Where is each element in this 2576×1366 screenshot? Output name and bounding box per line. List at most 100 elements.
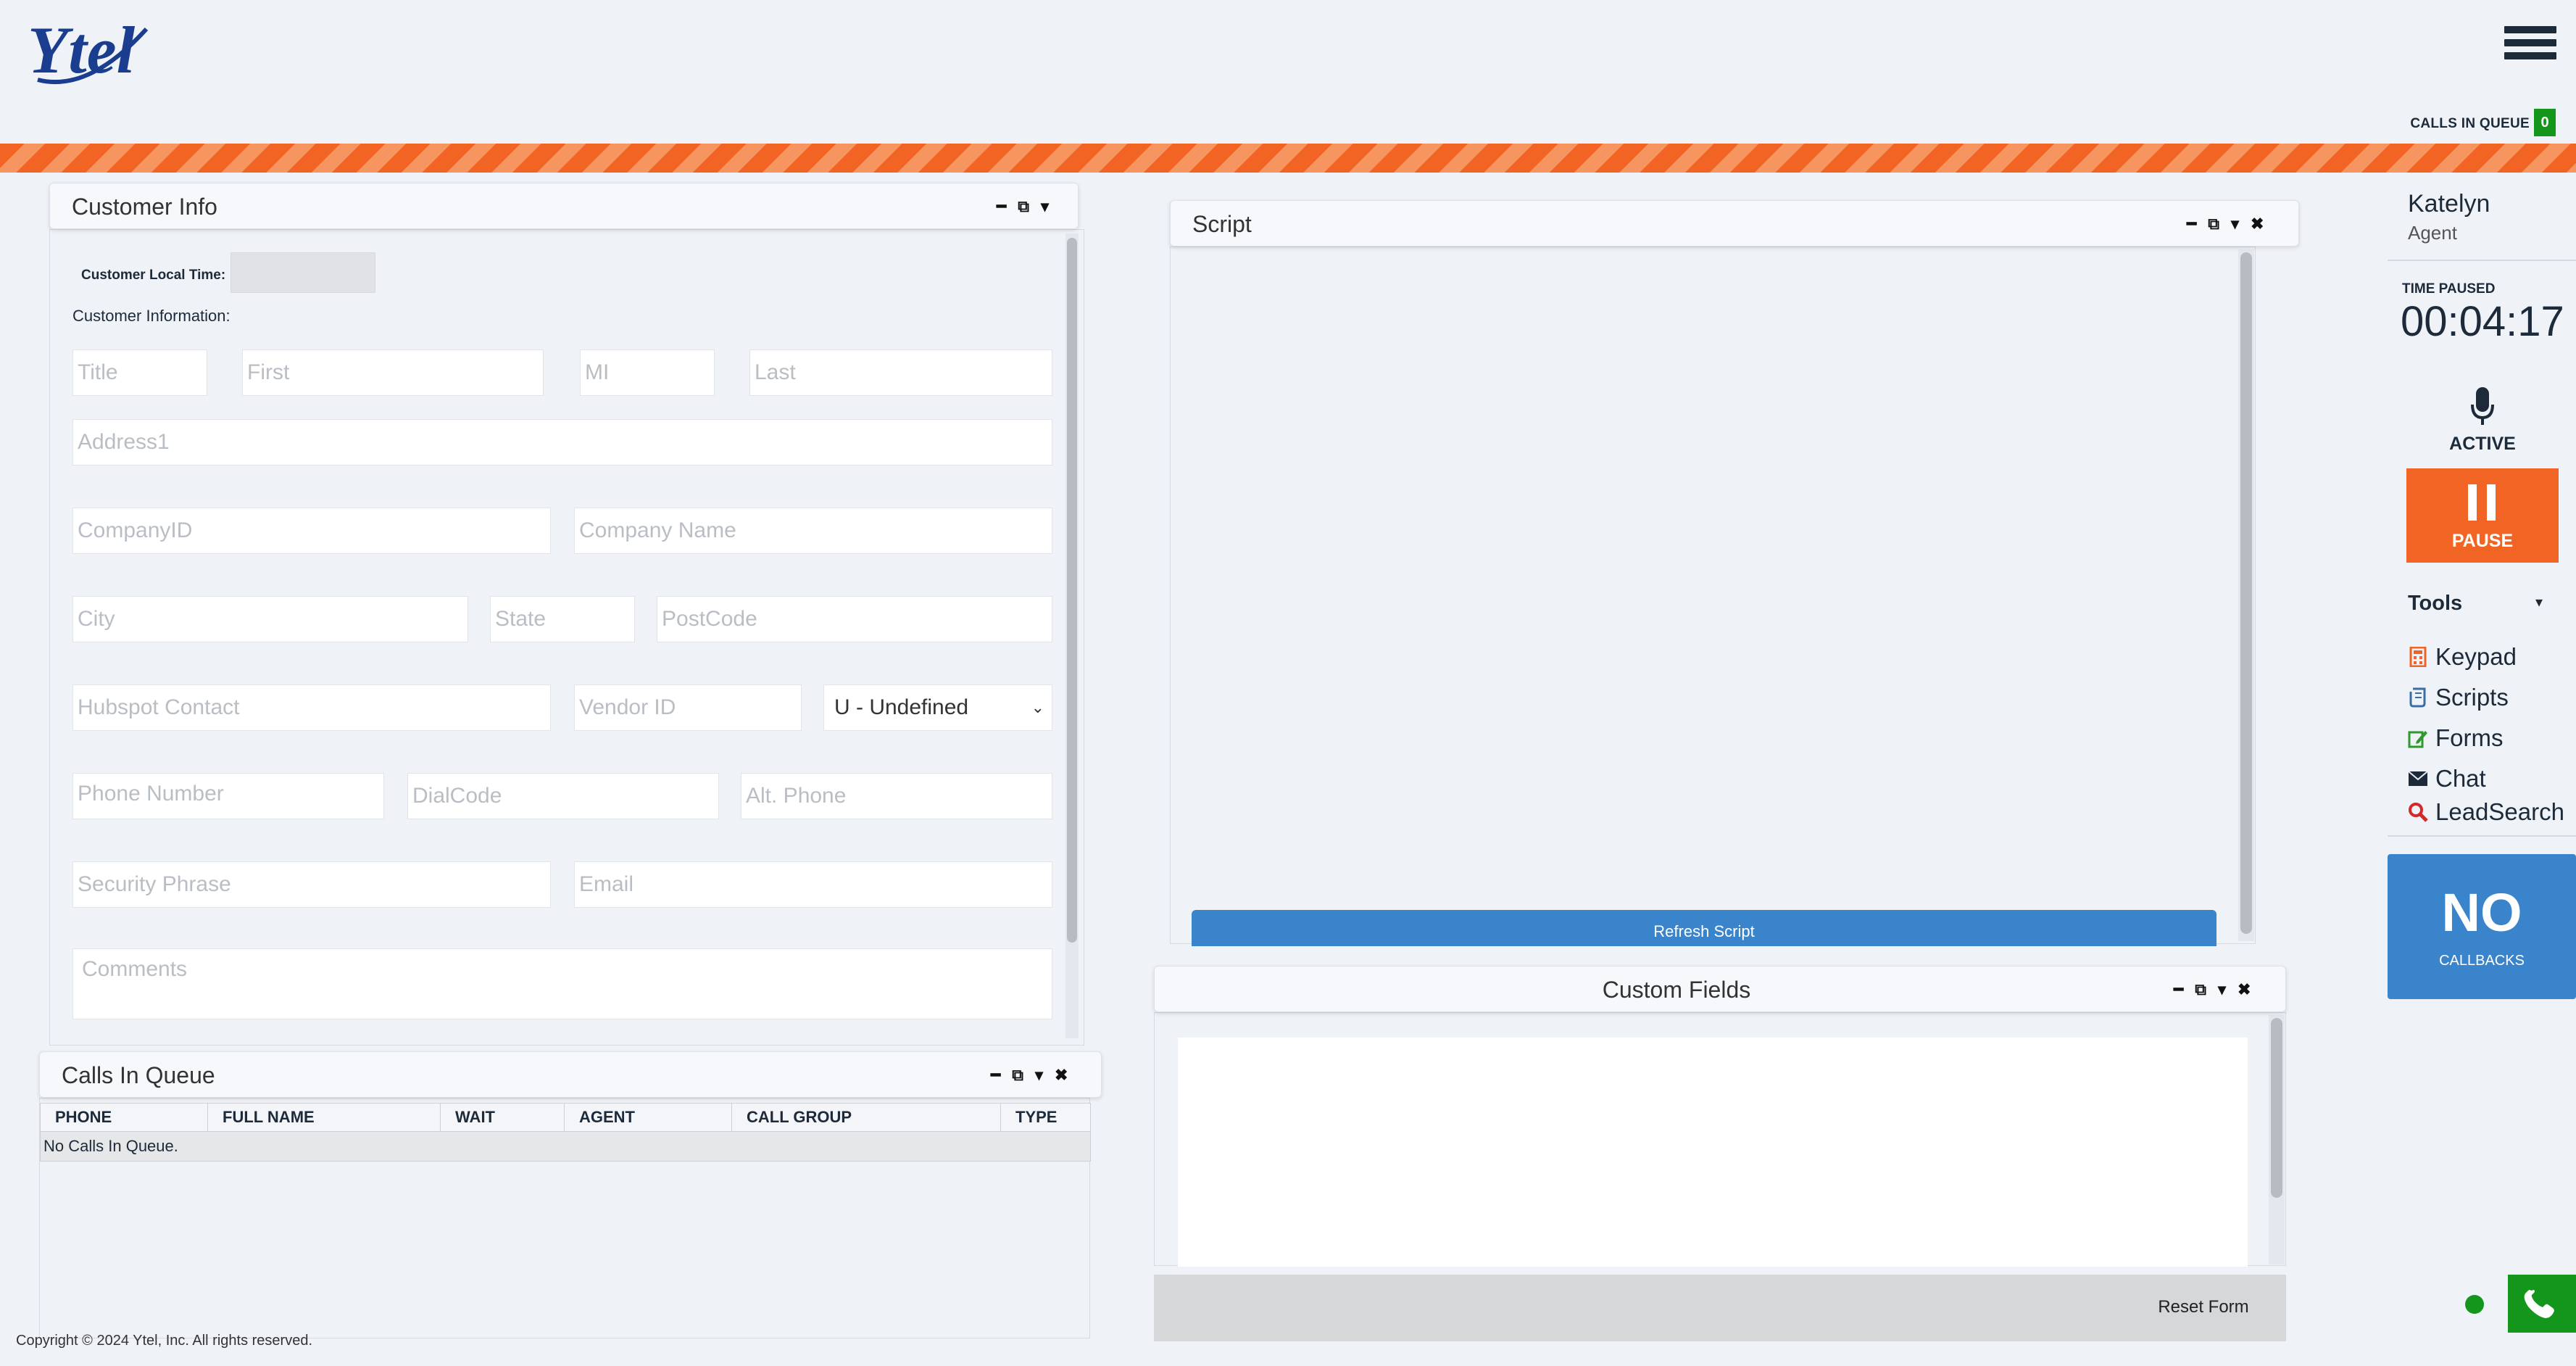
customer-local-time-label: Customer Local Time: [81, 268, 226, 283]
tool-keypad-label: Keypad [2435, 643, 2517, 670]
callbacks-count: NO [2441, 882, 2522, 943]
divider [2388, 835, 2576, 837]
custom-fields-body [1154, 1012, 2286, 1267]
phone-button[interactable] [2508, 1275, 2576, 1333]
custom-fields-title: Custom Fields [1602, 977, 1751, 1003]
title-field[interactable]: Title [72, 349, 207, 396]
table-row: No Calls In Queue. [40, 1131, 1091, 1162]
custom-fields-header: Custom Fields ━ ⧉ ▾ ✖ [1154, 966, 2286, 1012]
calls-in-queue-label: CALLS IN QUEUE [2410, 116, 2530, 131]
reset-form-button[interactable]: Reset Form [2145, 1283, 2261, 1331]
calls-queue-title: Calls In Queue [62, 1062, 215, 1088]
minimize-icon[interactable]: ━ [997, 183, 1006, 230]
callbacks-button[interactable]: NO CALLBACKS [2388, 854, 2576, 999]
time-paused-value: 00:04:17 [2401, 298, 2564, 345]
column-wait[interactable]: WAIT [440, 1103, 565, 1132]
customer-info-scrollbar[interactable] [1065, 233, 1079, 1038]
minimize-icon[interactable]: ━ [991, 1052, 1000, 1098]
customer-local-time-value [230, 252, 375, 293]
connection-status-dot [2465, 1295, 2484, 1314]
customer-info-title: Customer Info [72, 194, 217, 220]
script-scrollbar[interactable] [2238, 249, 2254, 941]
company-id-field[interactable]: CompanyID [72, 508, 551, 554]
custom-fields-scrollbar[interactable] [2269, 1015, 2285, 1264]
column-type[interactable]: TYPE [1000, 1103, 1091, 1132]
security-phrase-field[interactable]: Security Phrase [72, 861, 551, 908]
customer-info-header: Customer Info ━ ⧉ ▾ [49, 183, 1079, 229]
vendor-id-field[interactable]: Vendor ID [574, 684, 802, 731]
ytel-logo: Ytel [23, 7, 154, 87]
popout-icon[interactable]: ⧉ [2195, 966, 2206, 1013]
close-icon[interactable]: ✖ [1055, 1052, 1068, 1098]
agent-name: Katelyn [2408, 190, 2490, 218]
copyright-text: Copyright © 2024 Ytel, Inc. All rights r… [16, 1333, 313, 1349]
tools-label: Tools [2408, 592, 2463, 615]
comments-field[interactable]: Comments [72, 948, 1052, 1019]
tool-chat[interactable]: Chat [2408, 763, 2576, 795]
scroll-icon [2408, 687, 2428, 708]
refresh-script-button[interactable]: Refresh Script [1192, 910, 2216, 946]
calculator-icon [2408, 647, 2428, 667]
microphone-icon[interactable] [2469, 386, 2496, 428]
pause-button[interactable]: PAUSE [2406, 468, 2559, 563]
phone-number-field[interactable]: Phone Number [72, 773, 384, 819]
tools-dropdown-icon[interactable]: ▾ [2535, 593, 2551, 610]
popout-icon[interactable]: ⧉ [1018, 183, 1029, 230]
dropdown-icon[interactable]: ▾ [1041, 183, 1049, 230]
dropdown-icon[interactable]: ▾ [2231, 201, 2239, 247]
close-icon[interactable]: ✖ [2238, 966, 2251, 1013]
phone-icon [2524, 1290, 2554, 1318]
divider [2388, 260, 2576, 261]
empty-queue-message: No Calls In Queue. [40, 1131, 1091, 1162]
minimize-icon[interactable]: ━ [2187, 201, 2196, 247]
tool-scripts[interactable]: Scripts [2408, 682, 2576, 713]
agent-role: Agent [2408, 222, 2457, 244]
company-name-field[interactable]: Company Name [574, 508, 1052, 554]
search-icon [2408, 802, 2428, 822]
address1-field[interactable]: Address1 [72, 419, 1052, 465]
column-call-group[interactable]: CALL GROUP [731, 1103, 1001, 1132]
calls-in-queue-count: 0 [2534, 109, 2556, 136]
tool-forms[interactable]: Forms [2408, 722, 2576, 754]
close-icon[interactable]: ✖ [2251, 201, 2264, 247]
state-field[interactable]: State [490, 596, 635, 642]
tool-leadsearch[interactable]: LeadSearch [2408, 796, 2576, 828]
tool-scripts-label: Scripts [2435, 684, 2509, 711]
gender-select[interactable]: U - Undefined ⌄ [823, 684, 1052, 731]
calls-queue-header: Calls In Queue ━ ⧉ ▾ ✖ [39, 1051, 1102, 1098]
postcode-field[interactable]: PostCode [657, 596, 1052, 642]
first-name-field[interactable]: First [242, 349, 544, 396]
status-stripe [0, 144, 2576, 173]
reset-form-bar [1154, 1275, 2286, 1341]
script-body [1170, 247, 2256, 944]
custom-fields-frame [1178, 1038, 2248, 1267]
column-full-name[interactable]: FULL NAME [207, 1103, 441, 1132]
city-field[interactable]: City [72, 596, 468, 642]
pause-icon [2468, 484, 2497, 521]
dial-code-field[interactable]: DialCode [407, 773, 719, 819]
edit-icon [2408, 728, 2428, 748]
last-name-field[interactable]: Last [749, 349, 1052, 396]
pause-label: PAUSE [2451, 531, 2514, 551]
email-field[interactable]: Email [574, 861, 1052, 908]
customer-information-label: Customer Information: [72, 307, 230, 325]
minimize-icon[interactable]: ━ [2174, 966, 2183, 1013]
chevron-down-icon: ⌄ [1031, 698, 1044, 716]
tool-keypad[interactable]: Keypad [2408, 641, 2576, 673]
mic-status-label: ACTIVE [2449, 434, 2516, 454]
alt-phone-field[interactable]: Alt. Phone [741, 773, 1052, 819]
popout-icon[interactable]: ⧉ [2208, 201, 2219, 247]
dropdown-icon[interactable]: ▾ [1035, 1052, 1043, 1098]
tool-leadsearch-label: LeadSearch [2435, 798, 2564, 825]
column-agent[interactable]: AGENT [564, 1103, 732, 1132]
tool-chat-label: Chat [2435, 765, 2486, 792]
middle-initial-field[interactable]: MI [580, 349, 715, 396]
hamburger-menu-icon[interactable] [2504, 26, 2556, 67]
popout-icon[interactable]: ⧉ [1012, 1052, 1023, 1098]
hubspot-contact-field[interactable]: Hubspot Contact [72, 684, 551, 731]
gender-select-value: U - Undefined [834, 695, 969, 719]
envelope-icon [2408, 769, 2428, 789]
dropdown-icon[interactable]: ▾ [2218, 966, 2226, 1013]
column-phone[interactable]: PHONE [40, 1103, 208, 1132]
calls-queue-table: PHONE FULL NAME WAIT AGENT CALL GROUP TY… [40, 1103, 1091, 1162]
